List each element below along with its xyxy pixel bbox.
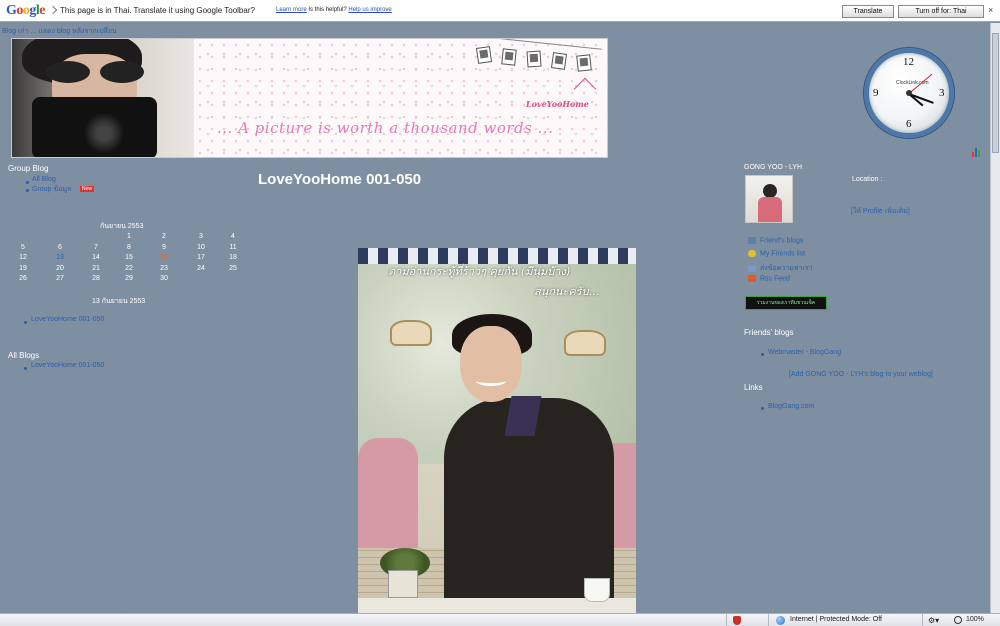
friends-list-link[interactable]: My Friends list (748, 250, 805, 257)
new-badge: New (80, 186, 95, 192)
friend-blog-item[interactable]: Webmaster - BlogGang (768, 349, 841, 356)
calendar-day: 27 (56, 275, 64, 282)
calendar-day[interactable]: 13 (53, 254, 67, 261)
profile-location: Location : (852, 176, 883, 183)
calendar-day: 4 (231, 233, 235, 240)
calendar-day: 11 (229, 243, 237, 251)
avatar[interactable] (745, 175, 793, 223)
links-item[interactable]: BlogGang.com (768, 403, 814, 410)
entry-link[interactable]: LoveYooHome 001-050 (31, 316, 104, 323)
calendar-day: 14 (92, 254, 100, 261)
friends-blogs-heading: Friends' blogs (744, 328, 794, 337)
smiley-icon (748, 250, 756, 257)
close-icon[interactable]: × (988, 5, 993, 15)
group-blog-item[interactable]: Group ข้อมูล (32, 184, 71, 195)
calendar-day: 18 (229, 254, 237, 261)
clock-widget: ClockLink.com 12 3 6 9 (864, 48, 954, 138)
calendar-day: 17 (197, 254, 205, 261)
clock-numeral-6: 6 (906, 118, 912, 130)
learn-more-link[interactable]: Learn more (276, 7, 307, 13)
security-zone[interactable]: Internet | Protected Mode: Off (790, 616, 882, 623)
calendar-day: 10 (197, 243, 205, 251)
calendar-day: 19 (19, 264, 27, 272)
view-profile-link[interactable]: [ให้ Profile เพิ่มเติม] (851, 206, 910, 217)
calendar-day: 2 (162, 233, 166, 240)
calendar-day: 9 (162, 243, 166, 251)
calendar-day: 1 (127, 233, 131, 240)
calendar-day: 23 (160, 264, 168, 272)
calendar-day: 22 (125, 264, 133, 272)
calendar-day: 3 (199, 233, 203, 240)
top-nav-link[interactable]: Blog เก่า ... แสดง blog หลังจากเปลี่ยน (2, 26, 117, 37)
calendar-title: กันยายน 2553 (100, 223, 144, 230)
calendar-day: 8 (127, 243, 131, 251)
chevron-down-icon[interactable] (48, 5, 58, 15)
translate-toolbar: Google This page is in Thai. Translate i… (0, 0, 1000, 22)
vertical-scrollbar[interactable] (990, 23, 1000, 613)
friends-blogs-link[interactable]: Friend's blogs (748, 237, 803, 244)
all-blogs-heading: All Blogs (8, 351, 40, 360)
calendar-day: 12 (19, 254, 27, 261)
calendar-day: 16 (160, 254, 168, 261)
rss-feed-link[interactable]: Rss Feed (748, 275, 790, 282)
message-link[interactable]: ส่งข้อความหาเรา (748, 263, 812, 274)
blog-banner: LoveYooHome ... A picture is worth a tho… (11, 38, 608, 158)
was-helpful-text: Is this helpful? (308, 7, 347, 13)
profile-name[interactable]: GONG YOO - LYH (744, 164, 802, 171)
post-image-caption-line1: ตามอ่านกระทู้ที่ร้าวๆ คุยกัน (มีนุ่มบ้าง… (388, 265, 571, 278)
clock-numeral-9: 9 (873, 87, 879, 99)
calendar-day: 7 (94, 243, 98, 251)
calendar-day: 24 (197, 264, 205, 272)
calendar-day: 6 (58, 243, 62, 251)
banner-tagline: ... A picture is worth a thousand words … (217, 119, 554, 137)
post-image: ตามอ่านกระทู้ที่ร้าวๆ คุยกัน (มีนุ่มบ้าง… (358, 248, 636, 613)
all-blogs-section: All Blogs (8, 351, 39, 360)
calendar-day: 30 (160, 275, 168, 282)
translate-message: This page is in Thai. Translate it using… (60, 6, 255, 15)
google-logo: Google (6, 3, 45, 18)
turn-off-button[interactable]: Turn off for: Thai (898, 5, 984, 18)
settings-icon[interactable]: ⚙▾ (928, 616, 939, 625)
friends-icon (748, 237, 756, 244)
group-blog-item[interactable]: All Blog (32, 176, 56, 183)
calendar-day: 25 (229, 264, 237, 272)
zoom-level[interactable]: 100% (966, 616, 984, 623)
calendar-day: 21 (92, 264, 100, 272)
clock-numeral-12: 12 (903, 56, 914, 68)
group-blog-section: Group Blog (8, 164, 48, 173)
translate-links: Learn more Is this helpful? Help us impr… (276, 7, 392, 13)
promo-badge[interactable]: ร่วมงานของเราทีมชวนเช็ค (745, 296, 827, 310)
add-blog-link[interactable]: [Add GONG YOO - LYH's blog to your weblo… (789, 371, 933, 378)
calendar-day: 15 (125, 254, 133, 261)
chat-icon (748, 264, 756, 272)
calendar-day: 28 (92, 275, 100, 282)
help-improve-link[interactable]: Help us improve (348, 7, 391, 13)
banner-photo (12, 39, 194, 157)
stats-icon[interactable] (972, 148, 981, 157)
entry-date: 13 กันยายน 2553 (92, 298, 146, 305)
clock-numeral-3: 3 (939, 87, 945, 99)
calendar-day: 26 (19, 275, 27, 282)
post-image-caption-line2: สนุกนะครับ... (534, 285, 600, 298)
calendar-day: 5 (21, 243, 25, 251)
status-bar: Internet | Protected Mode: Off ⚙▾ 100% (0, 613, 1000, 626)
calendar-day: 20 (56, 264, 64, 272)
shield-icon[interactable] (733, 616, 741, 625)
scrollbar-thumb[interactable] (992, 33, 999, 153)
rss-icon (748, 275, 756, 282)
zoom-icon[interactable] (954, 616, 962, 624)
all-blogs-item[interactable]: LoveYooHome 001-050 (31, 362, 104, 369)
group-blog-heading: Group Blog (8, 164, 49, 173)
banner-logo: LoveYooHome (526, 99, 589, 109)
calendar-day: 29 (125, 275, 133, 282)
links-heading: Links (744, 383, 763, 392)
globe-icon (776, 616, 785, 625)
translate-button[interactable]: Translate (842, 5, 894, 18)
post-title: LoveYooHome 001-050 (258, 171, 422, 188)
